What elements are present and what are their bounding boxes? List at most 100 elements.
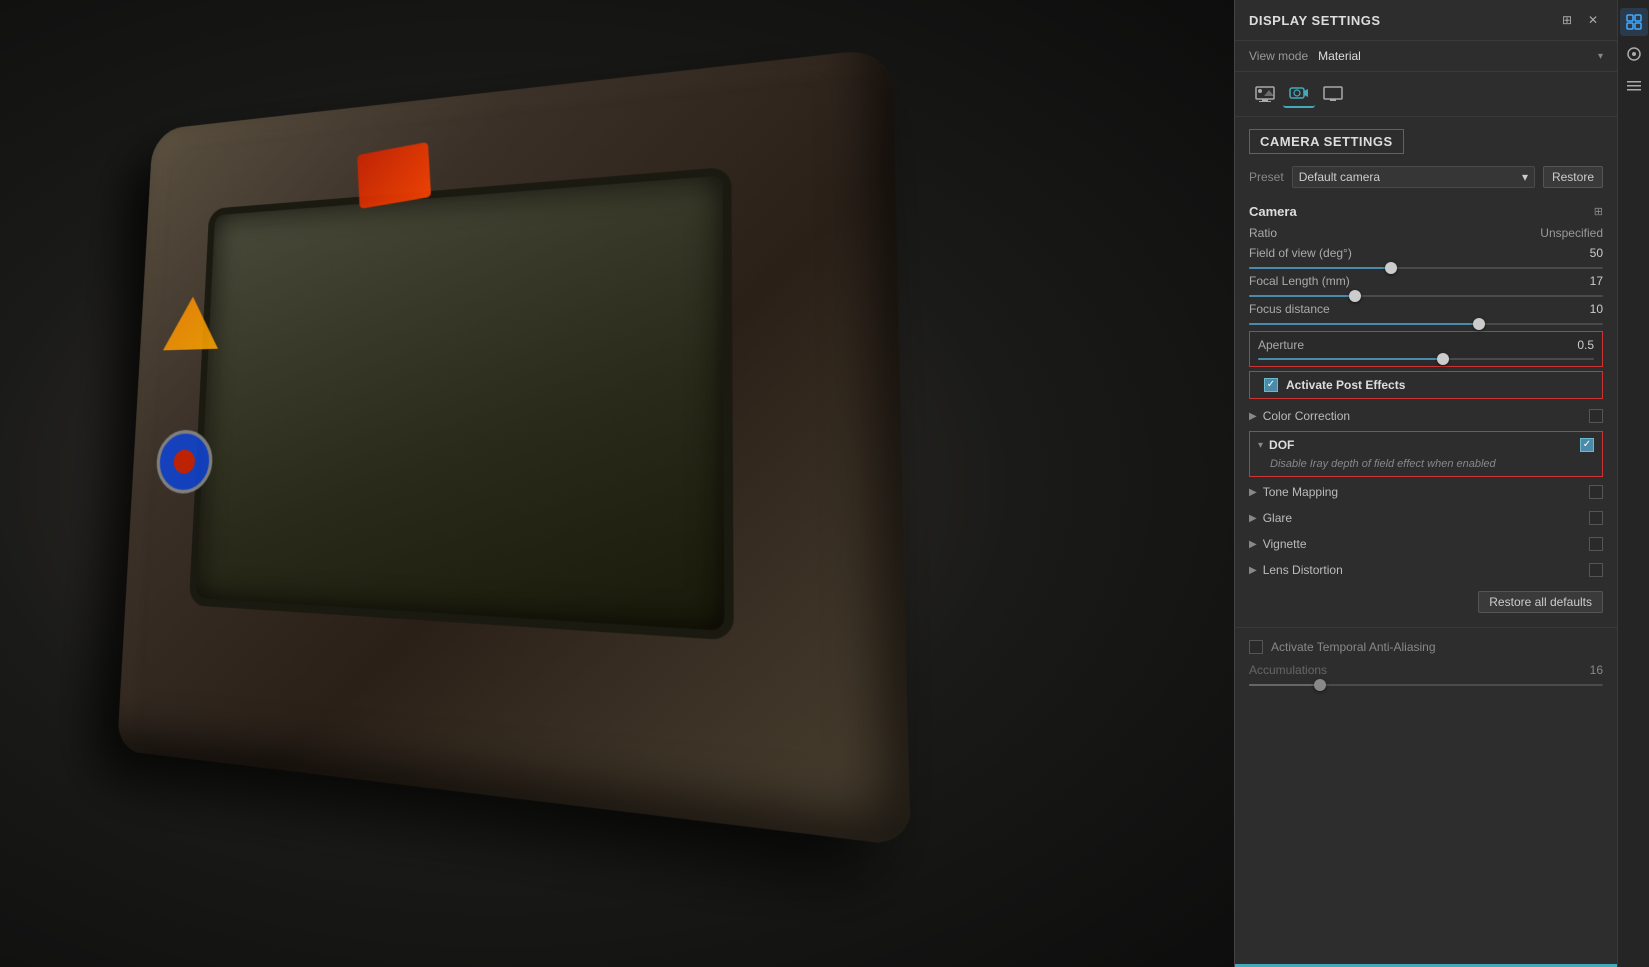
expand-icon[interactable]: ⊞	[1557, 10, 1577, 30]
post-effects-checkbox[interactable]: ✓	[1264, 378, 1278, 392]
focus-distance-slider-thumb[interactable]	[1473, 318, 1485, 330]
anti-aliasing-checkbox[interactable]	[1249, 640, 1263, 654]
fov-slider-track[interactable]	[1249, 267, 1603, 269]
focus-distance-row: Focus distance 10	[1235, 299, 1617, 319]
tab-icons-row	[1235, 72, 1617, 117]
vignette-checkbox[interactable]	[1589, 537, 1603, 551]
tone-mapping-label: Tone Mapping	[1263, 485, 1338, 499]
restore-all-row: Restore all defaults	[1235, 583, 1617, 621]
ratio-label: Ratio	[1249, 226, 1277, 240]
aperture-label: Aperture	[1258, 338, 1304, 352]
lens-distortion-row[interactable]: ▶ Lens Distortion	[1235, 557, 1617, 583]
lens-distortion-chevron-icon: ▶	[1249, 565, 1257, 576]
dof-label: DOF	[1269, 438, 1294, 452]
anti-aliasing-row[interactable]: Activate Temporal Anti-Aliasing	[1235, 634, 1617, 660]
vignette-row[interactable]: ▶ Vignette	[1235, 531, 1617, 557]
lens-distortion-label: Lens Distortion	[1263, 563, 1343, 577]
accumulations-label: Accumulations	[1249, 663, 1327, 677]
accumulations-value: 16	[1590, 663, 1603, 677]
glare-left: ▶ Glare	[1249, 511, 1292, 525]
panel-content: DISPLAY SETTINGS ⊞ ✕ View mode Material …	[1235, 0, 1649, 964]
view-mode-label: View mode	[1249, 49, 1308, 63]
tab-display-icon[interactable]	[1317, 80, 1349, 108]
right-panel: DISPLAY SETTINGS ⊞ ✕ View mode Material …	[1234, 0, 1649, 967]
camera-settings-header: CAMERA SETTINGS	[1235, 117, 1617, 162]
accumulations-row: Accumulations 16	[1235, 660, 1617, 680]
lens-distortion-left: ▶ Lens Distortion	[1249, 563, 1343, 577]
fov-slider-thumb[interactable]	[1385, 262, 1397, 274]
focal-length-slider[interactable]	[1235, 291, 1617, 299]
vignette-chevron-icon: ▶	[1249, 539, 1257, 550]
tone-mapping-row[interactable]: ▶ Tone Mapping	[1235, 479, 1617, 505]
aperture-value: 0.5	[1577, 338, 1594, 352]
focus-distance-value: 10	[1590, 302, 1603, 316]
focus-distance-slider-track[interactable]	[1249, 323, 1603, 325]
color-correction-label: Color Correction	[1263, 409, 1350, 423]
preset-chevron-icon: ▾	[1522, 170, 1528, 184]
tv-screen	[189, 167, 734, 641]
ratio-value: Unspecified	[1540, 226, 1603, 240]
glare-row[interactable]: ▶ Glare	[1235, 505, 1617, 531]
focal-length-slider-track[interactable]	[1249, 295, 1603, 297]
preset-select[interactable]: Default camera ▾	[1292, 166, 1535, 188]
accumulations-slider-fill	[1249, 684, 1320, 686]
focal-length-slider-fill	[1249, 295, 1355, 297]
preset-restore-button[interactable]: Restore	[1543, 166, 1603, 188]
color-correction-left: ▶ Color Correction	[1249, 409, 1350, 423]
aperture-slider-thumb[interactable]	[1437, 353, 1449, 365]
color-correction-checkbox[interactable]	[1589, 409, 1603, 423]
camera-section-header: Camera ⊞	[1235, 196, 1617, 223]
tone-mapping-chevron-icon: ▶	[1249, 487, 1257, 498]
accumulations-slider-thumb[interactable]	[1314, 679, 1326, 691]
focal-length-slider-thumb[interactable]	[1349, 290, 1361, 302]
view-mode-chevron-icon: ▾	[1598, 51, 1603, 62]
lens-distortion-checkbox[interactable]	[1589, 563, 1603, 577]
panel-title: DISPLAY SETTINGS	[1249, 13, 1381, 28]
focal-length-label: Focal Length (mm)	[1249, 274, 1350, 288]
camera-section-title: Camera	[1249, 204, 1297, 219]
color-correction-row[interactable]: ▶ Color Correction	[1235, 403, 1617, 429]
close-icon[interactable]: ✕	[1583, 10, 1603, 30]
focus-distance-label: Focus distance	[1249, 302, 1330, 316]
anti-aliasing-label: Activate Temporal Anti-Aliasing	[1271, 640, 1436, 654]
camera-section-icon: ⊞	[1594, 205, 1603, 218]
tab-camera-icon[interactable]	[1283, 80, 1315, 108]
tab-scene-icon[interactable]	[1249, 80, 1281, 108]
viewport-bg	[0, 0, 1234, 967]
focus-distance-slider[interactable]	[1235, 319, 1617, 327]
accumulations-slider[interactable]	[1235, 680, 1617, 688]
focal-length-value: 17	[1590, 274, 1603, 288]
glare-checkbox[interactable]	[1589, 511, 1603, 525]
restore-all-defaults-button[interactable]: Restore all defaults	[1478, 591, 1603, 613]
view-mode-row[interactable]: View mode Material ▾	[1235, 41, 1617, 72]
post-effects-row[interactable]: ✓ Activate Post Effects	[1249, 371, 1603, 399]
tone-mapping-checkbox[interactable]	[1589, 485, 1603, 499]
view-mode-value: Material	[1318, 49, 1598, 63]
dof-checkbox[interactable]: ✓	[1580, 438, 1594, 452]
vignette-label: Vignette	[1263, 537, 1307, 551]
ratio-row: Ratio Unspecified	[1235, 223, 1617, 243]
header-icons: ⊞ ✕	[1557, 10, 1603, 30]
side-toolbar-icon-2[interactable]	[1620, 40, 1648, 68]
glare-label: Glare	[1263, 511, 1292, 525]
aperture-slider-track[interactable]	[1258, 358, 1594, 360]
glare-chevron-icon: ▶	[1249, 513, 1257, 524]
focus-distance-slider-fill	[1249, 323, 1479, 325]
tv-object	[117, 47, 911, 846]
fov-row: Field of view (deg°) 50	[1235, 243, 1617, 263]
dof-section: ▾ DOF ✓ Disable Iray depth of field effe…	[1249, 431, 1603, 477]
accumulations-slider-track[interactable]	[1249, 684, 1603, 686]
aperture-slider-fill	[1258, 358, 1443, 360]
fov-slider-fill	[1249, 267, 1391, 269]
camera-settings-label: CAMERA SETTINGS	[1249, 129, 1404, 154]
dof-chevron-icon: ▾	[1258, 440, 1263, 451]
dof-description: Disable Iray depth of field effect when …	[1250, 458, 1602, 476]
side-toolbar-icon-3[interactable]	[1620, 72, 1648, 100]
fov-slider[interactable]	[1235, 263, 1617, 271]
aperture-label-row: Aperture 0.5	[1258, 338, 1594, 352]
accumulations-label-row: Accumulations 16	[1249, 663, 1603, 677]
side-toolbar-icon-1[interactable]	[1620, 8, 1648, 36]
vignette-left: ▶ Vignette	[1249, 537, 1307, 551]
preset-label: Preset	[1249, 170, 1284, 184]
preset-row: Preset Default camera ▾ Restore	[1235, 162, 1617, 196]
